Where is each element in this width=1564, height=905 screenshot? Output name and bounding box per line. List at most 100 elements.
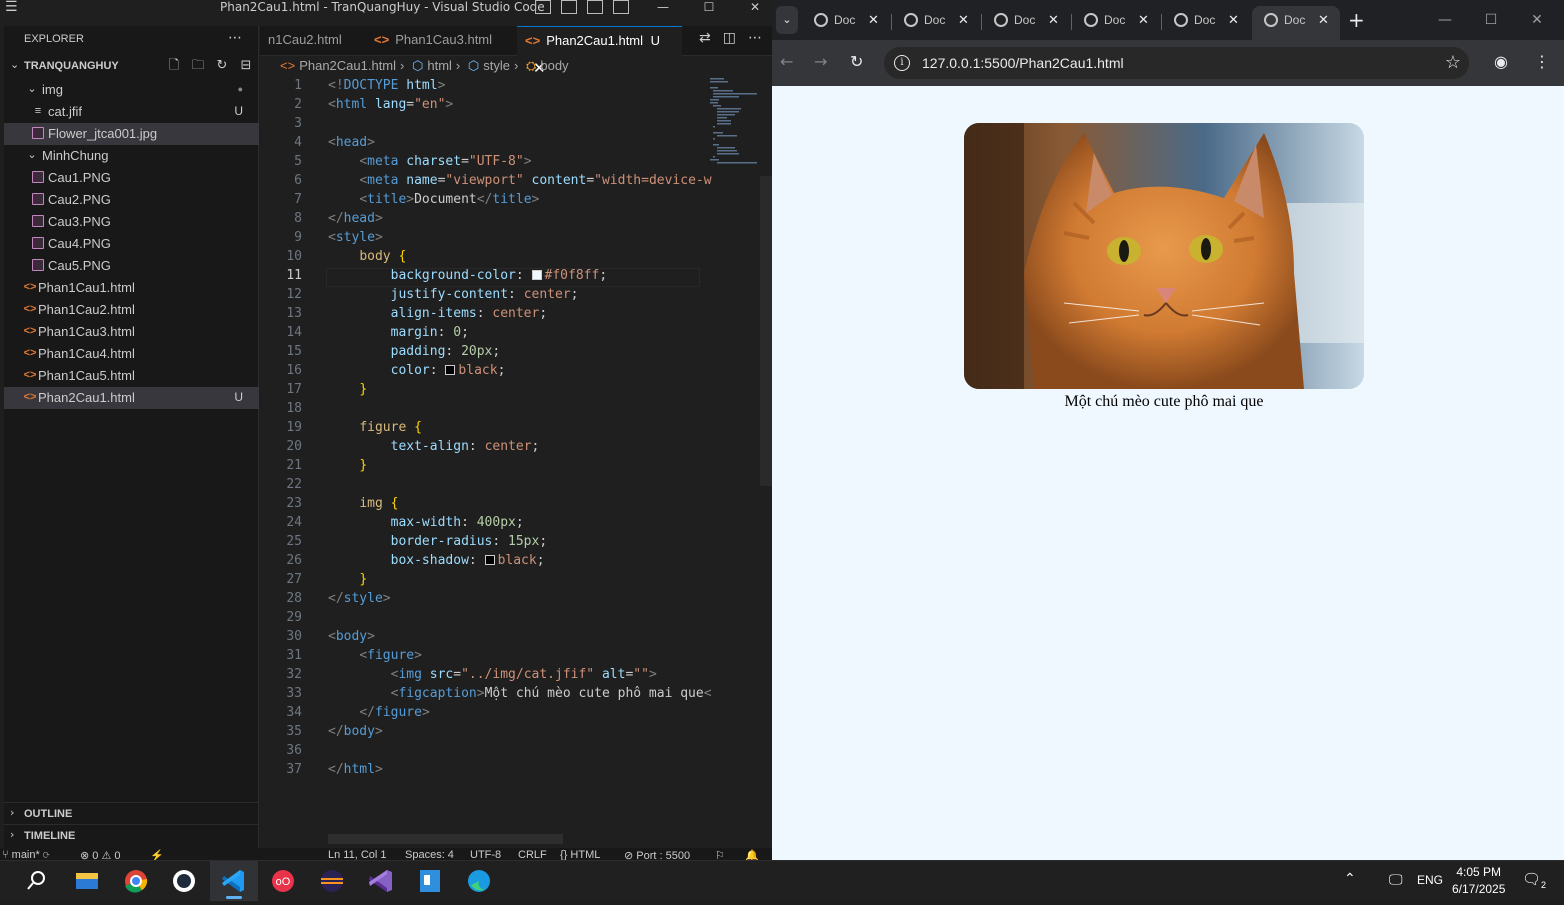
tab-phan1cau2[interactable]: n1Cau2.html	[260, 26, 365, 56]
tree-item[interactable]: ≡ cat.jfif U	[4, 101, 259, 123]
code-editor[interactable]: 1 <!DOCTYPE html> 2 <html lang="en"> 3 4 <head…	[260, 78, 711, 838]
tree-item[interactable]: <> Phan1Cau5.html	[4, 365, 259, 387]
red-app-icon[interactable]: oO	[259, 861, 307, 901]
close-tab-icon[interactable]: ✕	[1318, 6, 1329, 34]
site-info-icon[interactable]: i	[894, 55, 910, 71]
tree-item[interactable]: <> Phan1Cau2.html	[4, 299, 259, 321]
encoding[interactable]: UTF-8	[470, 849, 501, 860]
reload-icon[interactable]: ↻	[850, 52, 863, 72]
refresh-icon[interactable]: ↻	[214, 58, 230, 74]
clock[interactable]: 4:05 PM 6/17/2025	[1452, 864, 1505, 898]
eclipse-icon[interactable]	[308, 861, 356, 901]
new-tab-icon[interactable]: +	[1348, 7, 1365, 33]
browser-tab[interactable]: Doc ✕	[1072, 6, 1160, 40]
tree-item[interactable]: Cau4.PNG	[4, 233, 259, 255]
breadcrumb-item[interactable]: style	[483, 58, 510, 73]
branch-indicator[interactable]: ⑂ main* ⟳	[2, 849, 49, 860]
problems-indicator[interactable]: ⊗ 0 ⚠ 0	[80, 849, 120, 860]
color-swatch-icon[interactable]	[531, 270, 542, 280]
more-actions-icon[interactable]: ⋯	[748, 30, 762, 46]
timeline-section[interactable]: › TIMELINE	[4, 824, 259, 846]
color-swatch-icon[interactable]	[445, 365, 456, 375]
chrome-close-button[interactable]: ✕	[1514, 8, 1560, 32]
more-actions-icon[interactable]: ⋯	[228, 30, 242, 46]
address-bar[interactable]: i 127.0.0.1:5500/Phan2Cau1.html ☆	[884, 47, 1469, 79]
cursor-position[interactable]: Ln 11, Col 1	[328, 849, 387, 860]
back-icon[interactable]: ←	[780, 52, 793, 72]
blue-app-icon[interactable]	[406, 861, 454, 901]
tree-item[interactable]: Cau5.PNG	[4, 255, 259, 277]
notification-center-icon[interactable]: 🗨2	[1522, 870, 1546, 890]
minimap[interactable]	[708, 76, 760, 166]
tree-item[interactable]: ⌄ img ●	[4, 79, 259, 101]
toggle-primary-sidebar-icon[interactable]	[535, 0, 551, 14]
close-tab-icon[interactable]: ✕	[1228, 6, 1239, 34]
open-changes-icon[interactable]: ⇄	[699, 30, 711, 46]
forward-icon[interactable]: →	[814, 52, 827, 72]
toggle-secondary-sidebar-icon[interactable]	[587, 0, 603, 14]
url-text[interactable]: 127.0.0.1:5500/Phan2Cau1.html	[922, 55, 1124, 71]
vscode-taskbar-icon[interactable]	[210, 861, 258, 901]
notifications-icon[interactable]: 🔔	[745, 849, 759, 860]
tree-item[interactable]: Cau1.PNG	[4, 167, 259, 189]
chevron-down-icon: ⌄	[27, 83, 37, 95]
visual-studio-icon[interactable]	[357, 861, 405, 901]
maximize-button[interactable]: ☐	[686, 0, 732, 15]
browser-tab[interactable]: Doc ✕	[1162, 6, 1250, 40]
tab-phan1cau3[interactable]: <> Phan1Cau3.html	[366, 26, 516, 56]
hamburger-menu-icon[interactable]: ☰	[5, 0, 18, 14]
tree-item[interactable]: Cau3.PNG	[4, 211, 259, 233]
tree-item[interactable]: Cau2.PNG	[4, 189, 259, 211]
chevron-up-icon[interactable]: ⌃	[1344, 870, 1356, 887]
whatsapp-icon[interactable]	[160, 861, 208, 901]
chrome-minimize-button[interactable]: —	[1422, 8, 1468, 32]
chrome-maximize-button[interactable]: ☐	[1468, 8, 1514, 32]
breadcrumb-item[interactable]: body	[540, 58, 568, 73]
tree-item[interactable]: <> Phan1Cau4.html	[4, 343, 259, 365]
close-tab-icon[interactable]: ✕	[958, 6, 969, 34]
edge-icon[interactable]	[455, 861, 503, 901]
new-folder-icon[interactable]: 🗀	[190, 58, 206, 74]
breadcrumb-item[interactable]: Phan2Cau1.html	[299, 58, 396, 73]
breadcrumb-item[interactable]: html	[427, 58, 452, 73]
new-file-icon[interactable]: 🗋	[166, 58, 182, 74]
tab-phan2cau1[interactable]: <> Phan2Cau1.html U ✕	[517, 26, 682, 77]
outline-section[interactable]: › OUTLINE	[4, 802, 259, 824]
bookmark-star-icon[interactable]: ☆	[1445, 52, 1461, 73]
tree-item[interactable]: Flower_jtca001.jpg	[4, 123, 259, 145]
tab-search-dropdown-icon[interactable]: ⌄	[776, 6, 798, 34]
chrome-icon[interactable]	[112, 861, 160, 901]
file-explorer-icon[interactable]	[62, 861, 110, 901]
browser-tab[interactable]: Doc ✕	[982, 6, 1070, 40]
browser-tab[interactable]: Doc ✕	[1252, 6, 1340, 40]
close-tab-icon[interactable]: ✕	[1048, 6, 1059, 34]
language-mode[interactable]: {} HTML	[560, 849, 600, 860]
network-icon[interactable]: 🖵	[1389, 871, 1403, 888]
profile-icon[interactable]: ◉	[1494, 50, 1508, 74]
browser-tab[interactable]: Doc ✕	[802, 6, 890, 40]
chrome-menu-icon[interactable]: ⋮	[1534, 50, 1550, 74]
live-server-port[interactable]: ⊘ Port : 5500	[624, 849, 690, 860]
live-share-icon[interactable]: ⚡	[150, 849, 164, 860]
color-swatch-icon[interactable]	[484, 555, 495, 565]
toggle-panel-icon[interactable]	[561, 0, 577, 14]
search-icon[interactable]	[12, 861, 60, 901]
end-of-line[interactable]: CRLF	[518, 849, 547, 860]
horizontal-scrollbar[interactable]	[328, 834, 563, 844]
close-tab-icon[interactable]: ✕	[868, 6, 879, 34]
vertical-scrollbar[interactable]	[760, 176, 772, 486]
input-language[interactable]: ENG	[1417, 873, 1443, 887]
close-tab-icon[interactable]: ✕	[1138, 6, 1149, 34]
tree-item[interactable]: ⌄ MinhChung	[4, 145, 259, 167]
customize-layout-icon[interactable]	[613, 0, 629, 14]
collapse-all-icon[interactable]: ⊟	[238, 58, 254, 74]
split-editor-icon[interactable]: ◫	[723, 30, 736, 46]
minimize-button[interactable]: —	[640, 0, 686, 15]
feedback-icon[interactable]: ⚐	[715, 849, 725, 860]
browser-tab[interactable]: Doc ✕	[892, 6, 980, 40]
indentation[interactable]: Spaces: 4	[405, 849, 454, 860]
tree-item[interactable]: <> Phan1Cau1.html	[4, 277, 259, 299]
tree-item[interactable]: <> Phan1Cau3.html	[4, 321, 259, 343]
tree-item[interactable]: <> Phan2Cau1.html U	[4, 387, 259, 409]
workspace-header[interactable]: ⌄ TRANQUANGHUY 🗋 🗀 ↻ ⊟	[4, 56, 259, 78]
